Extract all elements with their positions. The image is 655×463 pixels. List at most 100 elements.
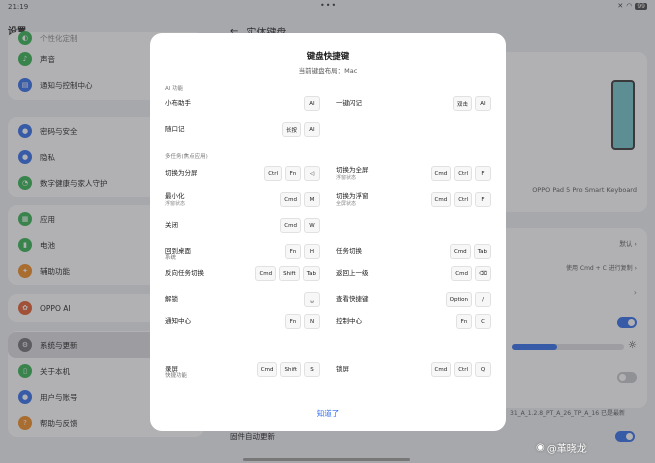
shortcut-keys: 双击 AI xyxy=(452,96,491,111)
shortcut-row: 解锁 ␣ xyxy=(165,291,320,309)
shortcut-row: 锁屏 Cmd Ctrl Q xyxy=(336,361,491,379)
shortcut-label: 任务切换 xyxy=(336,247,362,256)
key-cap: Cmd xyxy=(280,218,301,233)
watermark: ◉ @革晓龙 xyxy=(536,442,587,455)
shortcut-label: 一键闪记 xyxy=(336,99,362,108)
key-cap: Cmd xyxy=(430,166,452,181)
key-cap: Cmd xyxy=(280,192,301,207)
shortcut-label: 最小化 浮窗状态 xyxy=(165,192,186,207)
shortcut-label: 切换为浮窗 全屏状态 xyxy=(336,192,369,207)
key-cap: Cmd xyxy=(430,362,452,377)
key-cap: N xyxy=(304,314,320,329)
shortcut-label: 控制中心 xyxy=(336,317,362,326)
key-cap: Shift xyxy=(279,266,300,281)
shortcut-row: 一键闪记 双击 AI xyxy=(336,95,491,113)
key-cap: 双击 xyxy=(452,96,472,111)
key-cap: / xyxy=(475,292,491,307)
shortcut-row: 关闭 Cmd W xyxy=(165,217,320,235)
shortcut-keys: Cmd ⌫ xyxy=(451,266,491,281)
shortcut-label: 切换为全屏 浮窗状态 xyxy=(336,166,369,181)
key-cap: Cmd xyxy=(451,266,472,281)
shortcut-keys: Cmd Shift S xyxy=(256,362,320,377)
shortcut-label: 查看快捷键 xyxy=(336,295,369,304)
key-cap: C xyxy=(475,314,491,329)
key-cap: AI xyxy=(304,96,320,111)
shortcut-row: 切换为全屏 浮窗状态 Cmd Ctrl F xyxy=(336,165,491,183)
shortcut-row: 返回上一级 Cmd ⌫ xyxy=(336,265,491,283)
key-cap: Ctrl xyxy=(454,192,472,207)
shortcut-keys: Fn H xyxy=(285,244,320,259)
shortcut-keys: 长按 AI xyxy=(281,122,320,137)
shortcut-keys: Cmd Ctrl F xyxy=(430,166,491,181)
shortcut-label: 解锁 xyxy=(165,295,178,304)
shortcut-row: 回到桌面 Fn H xyxy=(165,243,320,261)
dialog-subtitle: 当前键盘布局：Mac xyxy=(298,67,358,75)
shortcut-label: 回到桌面 xyxy=(165,247,191,256)
key-cap: F xyxy=(475,192,491,207)
key-cap: S xyxy=(304,362,320,377)
shortcut-row: 最小化 浮窗状态 Cmd M xyxy=(165,191,320,209)
key-cap: Ctrl xyxy=(454,362,472,377)
key-cap: Cmd xyxy=(449,244,471,259)
key-cap: H xyxy=(304,244,320,259)
key-cap: Cmd xyxy=(430,192,452,207)
key-cap: Shift xyxy=(280,362,301,377)
shortcut-label: 通知中心 xyxy=(165,317,191,326)
shortcut-row: 小布助手 AI xyxy=(165,95,320,113)
shortcut-label: 返回上一级 xyxy=(336,269,369,278)
dialog-title: 键盘快捷键 xyxy=(306,52,350,62)
key-cap: M xyxy=(304,192,320,207)
shortcut-keys: Ctrl Fn ◁ xyxy=(264,166,320,181)
shortcut-row: 切换为浮窗 全屏状态 Cmd Ctrl F xyxy=(336,191,491,209)
shortcut-label: 切换为分屏 xyxy=(165,169,198,178)
keyboard-shortcuts-dialog: 键盘快捷键 当前键盘布局：Mac AI 功能 多任务(焦点应用) 系统 快捷功能… xyxy=(150,33,506,431)
shortcut-row: 通知中心 Fn N xyxy=(165,313,320,331)
shortcut-keys: Cmd W xyxy=(280,218,320,233)
shortcut-hint: 浮窗状态 xyxy=(336,174,357,181)
shortcut-keys: Cmd Ctrl Q xyxy=(430,362,491,377)
key-cap: Option xyxy=(445,292,472,307)
shortcut-label: 录屏 xyxy=(165,365,178,374)
shortcut-keys: Cmd Tab xyxy=(449,244,491,259)
shortcut-row: 控制中心 Fn C xyxy=(336,313,491,331)
shortcut-keys: Fn C xyxy=(456,314,491,329)
shortcut-label: 小布助手 xyxy=(165,99,191,108)
key-cap: Fn xyxy=(285,314,301,329)
shortcut-keys: AI xyxy=(304,96,320,111)
key-cap: Fn xyxy=(456,314,472,329)
shortcut-keys: Fn N xyxy=(285,314,320,329)
key-cap: Ctrl xyxy=(454,166,472,181)
shortcut-label: 关闭 xyxy=(165,221,178,230)
shortcut-hint: 全屏状态 xyxy=(336,200,357,207)
weibo-icon: ◉ xyxy=(536,442,545,453)
shortcut-row: 切换为分屏 Ctrl Fn ◁ xyxy=(165,165,320,183)
key-cap: ⌫ xyxy=(475,266,491,281)
key-cap: AI xyxy=(304,122,320,137)
section-ai: AI 功能 xyxy=(165,86,184,92)
shortcut-hint: 浮窗状态 xyxy=(165,200,186,207)
key-cap: Fn xyxy=(285,166,301,181)
shortcut-label: 锁屏 xyxy=(336,365,349,374)
section-multitask: 多任务(焦点应用) xyxy=(165,154,208,160)
shortcut-keys: ␣ xyxy=(304,292,320,307)
shortcut-label: 随口记 xyxy=(165,125,185,134)
key-cap: Fn xyxy=(285,244,301,259)
shortcut-row: 录屏 Cmd Shift S xyxy=(165,361,320,379)
got-it-button[interactable]: 知道了 xyxy=(150,408,506,419)
key-cap: F xyxy=(475,166,491,181)
key-cap: AI xyxy=(475,96,491,111)
shortcut-row: 查看快捷键 Option / xyxy=(336,291,491,309)
shortcut-keys: Option / xyxy=(445,292,491,307)
key-cap: Tab xyxy=(473,244,491,259)
key-cap: ␣ xyxy=(304,292,320,307)
key-cap: Cmd xyxy=(255,266,277,281)
shortcut-keys: Cmd Ctrl F xyxy=(430,192,491,207)
home-indicator[interactable] xyxy=(243,458,410,461)
shortcut-row: 反向任务切换 Cmd Shift Tab xyxy=(165,265,320,283)
key-cap: W xyxy=(304,218,320,233)
key-cap: Ctrl xyxy=(264,166,282,181)
key-cap: ◁ xyxy=(304,166,320,181)
key-cap: Q xyxy=(475,362,491,377)
shortcut-row: 随口记 长按 AI xyxy=(165,121,320,139)
shortcut-row: 任务切换 Cmd Tab xyxy=(336,243,491,261)
